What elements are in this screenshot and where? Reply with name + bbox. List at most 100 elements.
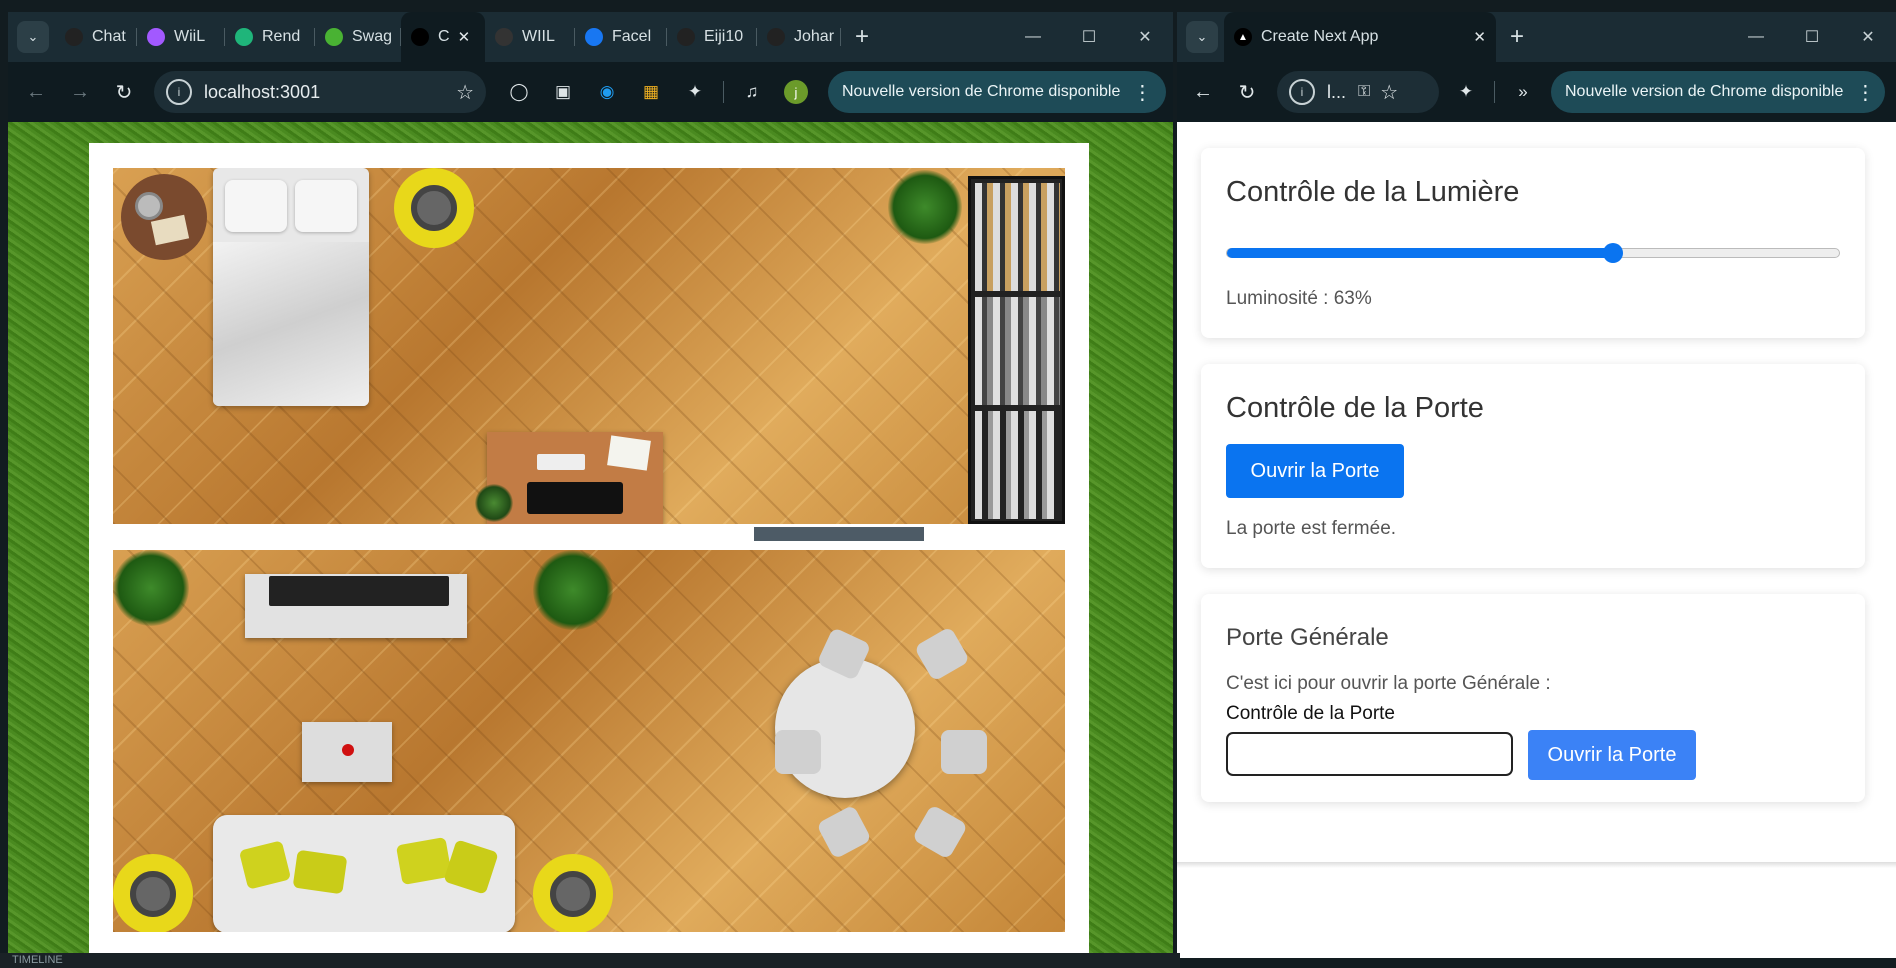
main-door-description: C'est ici pour ouvrir la porte Générale … [1226,673,1551,694]
reload-button[interactable]: ↻ [102,80,146,105]
extensions-puzzle-icon[interactable]: ✦ [680,77,710,107]
minimize-button[interactable]: — [1728,28,1784,46]
site-info-icon[interactable]: i [166,79,192,105]
timeline-label: TIMELINE [12,954,63,966]
close-window-button[interactable]: ✕ [1840,27,1896,47]
tab-label: WIIL [522,28,555,45]
address-bar[interactable]: i l... ⚿ ☆ [1277,71,1439,113]
tab-facebook[interactable]: Facel [575,12,667,62]
tab-create-next-app[interactable]: ▲ Create Next App ✕ [1224,12,1496,62]
open-door-button[interactable]: Ouvrir la Porte [1226,444,1404,498]
wardrobe [968,176,1065,524]
tab-label: Eiji10 [704,28,744,45]
password-key-icon[interactable]: ⚿ [1358,83,1370,101]
room-living [113,550,1065,932]
tab-label: C [438,28,450,45]
chrome-update-button[interactable]: Nouvelle version de Chrome disponible ⋮ [1551,71,1886,113]
facebook-icon [585,28,603,46]
tab-render[interactable]: Rend [225,12,315,62]
bookmark-star-icon[interactable]: ☆ [1380,80,1398,105]
bookmark-star-icon[interactable]: ☆ [456,80,474,105]
chatgpt-icon [65,28,83,46]
tab-chatgpt[interactable]: Chat [55,12,137,62]
kebab-menu-icon[interactable]: ⋮ [1132,80,1152,105]
forward-button[interactable]: → [58,81,102,104]
tab-label: Chat [92,28,126,45]
close-tab-icon[interactable]: ✕ [1473,28,1486,46]
desktop: ⌄ Chat WiiL Rend Swag C ✕ WIIL Facel Eiji10 Johar… [0,0,1896,968]
sofa [213,815,515,932]
main-door-field-label: Contrôle de la Porte [1226,703,1395,724]
tab-github[interactable]: Johar [757,12,841,62]
house-viewport [8,122,1173,958]
back-button[interactable]: ← [14,81,58,104]
qr-code-icon[interactable]: ▣ [548,77,578,107]
new-tab-button[interactable]: + [1510,23,1524,51]
tab-label: Rend [262,28,301,45]
site-info-icon[interactable]: i [1289,79,1315,105]
brightness-slider[interactable] [1226,243,1840,263]
door-status: La porte est fermée. [1226,518,1397,539]
minimize-button[interactable]: — [1005,28,1061,46]
door [754,527,924,541]
tab-nextjs[interactable]: C ✕ [401,12,485,62]
more-extensions-icon[interactable]: » [1508,77,1538,107]
plant [113,550,189,626]
media-queue-icon[interactable]: ♫ [737,77,767,107]
update-label: Nouvelle version de Chrome disponible [842,83,1121,100]
coffee-table [302,722,392,782]
chevron-down-icon: ⌄ [1196,29,1208,44]
tab-app[interactable]: WIIL [485,12,575,62]
plant [888,170,962,244]
next-app-page: Contrôle de la Lumière Luminosité : 63% … [1177,122,1896,958]
house-floorplan [89,143,1089,958]
shazam-icon[interactable]: ◉ [592,77,622,107]
main-door-input[interactable] [1226,732,1513,776]
tab-swagger[interactable]: Swag [315,12,401,62]
update-label: Nouvelle version de Chrome disponible [1565,83,1844,100]
ceiling-light [113,854,193,932]
tabs: Chat WiiL Rend Swag C ✕ WIIL Facel Eiji10 Johar [55,12,841,62]
url-text: l... [1327,81,1347,102]
light-control-card: Contrôle de la Lumière Luminosité : 63% [1201,148,1865,338]
window-controls: — ☐ ✕ [1728,12,1896,62]
nextjs-icon [411,28,429,46]
tab-github[interactable]: Eiji10 [667,12,757,62]
main-door-title: Porte Générale [1226,624,1389,651]
tab-label: Facel [612,28,652,45]
address-bar[interactable]: i localhost:3001 ☆ [154,71,486,113]
close-tab-icon[interactable]: ✕ [458,28,471,46]
extension-mouse-icon[interactable]: ◯ [504,77,534,107]
nightstand [121,174,207,260]
tab-search-button[interactable]: ⌄ [17,21,49,53]
maximize-button[interactable]: ☐ [1784,27,1840,47]
main-door-card: Porte Générale C'est ici pour ouvrir la … [1201,594,1865,802]
door-title: Contrôle de la Porte [1226,392,1484,424]
open-main-door-button[interactable]: Ouvrir la Porte [1528,730,1696,780]
slider-thumb[interactable] [1602,243,1623,263]
kebab-menu-icon[interactable]: ⋮ [1855,80,1875,105]
pillow [225,180,287,232]
pillow [295,180,357,232]
profile-initial: j [784,80,808,104]
maximize-button[interactable]: ☐ [1061,27,1117,47]
color-palette-icon[interactable]: ▦ [636,77,666,107]
figma-icon [147,28,165,46]
chair [941,730,987,774]
back-button[interactable]: ← [1181,81,1225,104]
github-icon [767,28,785,46]
page-divider [1177,862,1896,868]
tab-search-button[interactable]: ⌄ [1186,21,1218,53]
tab-figma[interactable]: WiiL [137,12,225,62]
desk [475,432,663,524]
new-tab-button[interactable]: + [855,23,869,51]
tab-label: WiiL [174,28,206,45]
close-window-button[interactable]: ✕ [1117,27,1173,47]
profile-avatar[interactable]: j [781,77,811,107]
extensions-puzzle-icon[interactable]: ✦ [1451,77,1481,107]
reload-button[interactable]: ↻ [1225,80,1269,105]
tab-strip: ⌄ Chat WiiL Rend Swag C ✕ WIIL Facel Eiji10 Johar… [8,12,1173,62]
github-icon [677,28,695,46]
chrome-update-button[interactable]: Nouvelle version de Chrome disponible ⋮ [828,71,1167,113]
tab-label: Swag [352,28,393,45]
